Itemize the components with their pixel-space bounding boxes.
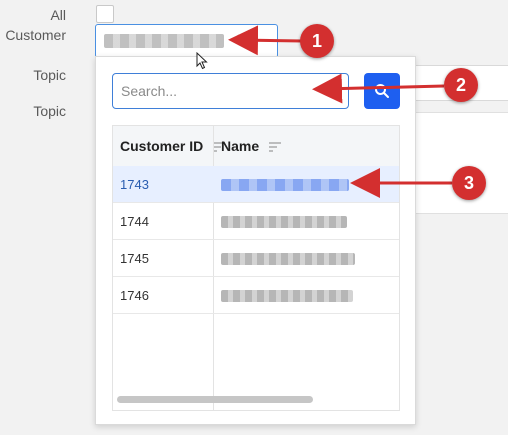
annotation-badge-3: 3 <box>452 166 486 200</box>
annotation-arrow-2 <box>312 73 445 104</box>
annotation-arrows <box>228 25 452 198</box>
annotation-arrow-1 <box>228 25 303 56</box>
annotation-badge-2: 2 <box>444 68 478 102</box>
annotation-badge-1: 1 <box>300 24 334 58</box>
